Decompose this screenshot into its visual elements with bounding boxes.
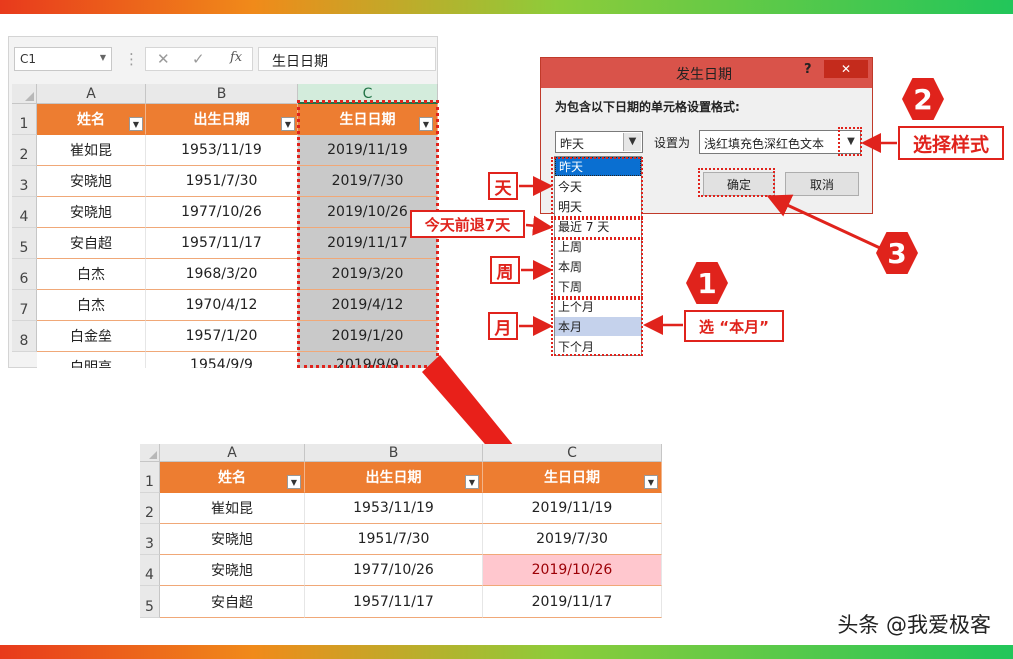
table-cell[interactable]: 1953/11/19 <box>305 493 483 524</box>
header-label: 出生日期 <box>365 470 422 486</box>
column-header-c[interactable]: C <box>483 444 662 462</box>
row-header[interactable]: 2 <box>140 493 160 524</box>
table-cell[interactable]: 2019/7/30 <box>483 524 662 555</box>
table-header-cell[interactable]: 出生日期 ▼ <box>305 462 483 493</box>
annotation-arrow-ok <box>766 194 881 250</box>
row-header[interactable]: 5 <box>140 586 160 618</box>
table-cell[interactable]: 安晓旭 <box>160 524 305 555</box>
select-all-corner[interactable] <box>140 444 160 462</box>
filter-dropdown-icon[interactable]: ▼ <box>465 475 479 489</box>
table-cell[interactable]: 安晓旭 <box>160 555 305 586</box>
column-header-b[interactable]: B <box>305 444 483 462</box>
table-cell[interactable]: 2019/11/17 <box>483 586 662 618</box>
table-cell[interactable]: 安自超 <box>160 586 305 618</box>
table-cell[interactable]: 1977/10/26 <box>305 555 483 586</box>
filter-dropdown-icon[interactable]: ▼ <box>287 475 301 489</box>
row-header[interactable]: 4 <box>140 555 160 586</box>
corner-triangle-icon <box>149 451 157 459</box>
filter-dropdown-icon[interactable]: ▼ <box>644 475 658 489</box>
table-cell[interactable]: 1957/11/17 <box>305 586 483 618</box>
table-cell[interactable]: 1951/7/30 <box>305 524 483 555</box>
table-header-cell[interactable]: 姓名 ▼ <box>160 462 305 493</box>
column-header-a[interactable]: A <box>160 444 305 462</box>
table-cell-highlighted[interactable]: 2019/10/26 <box>483 555 662 586</box>
row-header[interactable]: 1 <box>140 462 160 493</box>
header-label: 生日日期 <box>544 470 600 486</box>
annotation-arrow-last7 <box>525 215 553 236</box>
watermark: 头条 @我爱极客 <box>837 613 991 637</box>
table-header-cell[interactable]: 生日日期 ▼ <box>483 462 662 493</box>
table-cell[interactable]: 崔如昆 <box>160 493 305 524</box>
row-header[interactable]: 3 <box>140 524 160 555</box>
table-cell[interactable]: 2019/11/19 <box>483 493 662 524</box>
header-label: 姓名 <box>218 470 246 486</box>
